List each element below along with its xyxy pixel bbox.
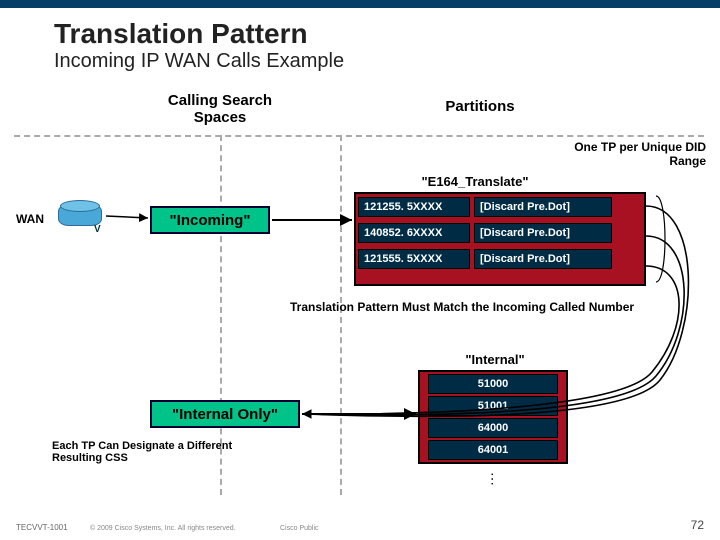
css-box-incoming: "Incoming" — [150, 206, 270, 234]
tp-action: [Discard Pre.Dot] — [474, 223, 612, 243]
slide-title: Translation Pattern — [54, 18, 308, 50]
tp-pattern: 121555. 5XXXX — [358, 249, 470, 269]
note-match: Translation Pattern Must Match the Incom… — [290, 300, 690, 314]
list-item: 51001 — [428, 396, 558, 416]
footer-copyright: © 2009 Cisco Systems, Inc. All rights re… — [90, 525, 236, 532]
list-item: 64000 — [428, 418, 558, 438]
partition-label-e164: "E164_Translate" — [400, 174, 550, 189]
column-header-css: Calling Search Spaces — [140, 92, 300, 126]
wan-label: WAN — [16, 212, 44, 226]
router-v-label: V — [94, 224, 101, 235]
footer-session-id: TECVVT-1001 — [16, 523, 68, 532]
css-box-internal-only: "Internal Only" — [150, 400, 300, 428]
tp-action: [Discard Pre.Dot] — [474, 197, 612, 217]
note-each-tp: Each TP Can Designate a Different Result… — [52, 440, 242, 464]
footer-page-number: 72 — [691, 518, 704, 532]
partition-label-internal: "Internal" — [440, 352, 550, 367]
tp-pattern: 140852. 6XXXX — [358, 223, 470, 243]
tp-action: [Discard Pre.Dot] — [474, 249, 612, 269]
table-row: 121555. 5XXXX [Discard Pre.Dot] — [356, 246, 644, 272]
divider-horizontal — [14, 135, 704, 137]
ellipsis-icon: ⋯ — [490, 472, 496, 487]
tp-pattern: 121255. 5XXXX — [358, 197, 470, 217]
note-unique-did: One TP per Unique DID Range — [536, 140, 706, 168]
slide: Translation Pattern Incoming IP WAN Call… — [0, 0, 720, 540]
divider-vertical-2 — [340, 135, 342, 495]
dn-group: 51000 51001 64000 64001 — [418, 370, 568, 464]
slide-subtitle: Incoming IP WAN Calls Example — [54, 50, 344, 73]
top-accent-bar — [0, 0, 720, 8]
list-item: 64001 — [428, 440, 558, 460]
table-row: 121255. 5XXXX [Discard Pre.Dot] — [356, 194, 644, 220]
footer-public: Cisco Public — [280, 525, 319, 532]
translation-pattern-group: 121255. 5XXXX [Discard Pre.Dot] 140852. … — [354, 192, 646, 286]
table-row: 140852. 6XXXX [Discard Pre.Dot] — [356, 220, 644, 246]
column-header-partitions: Partitions — [400, 98, 560, 115]
list-item: 51000 — [428, 374, 558, 394]
